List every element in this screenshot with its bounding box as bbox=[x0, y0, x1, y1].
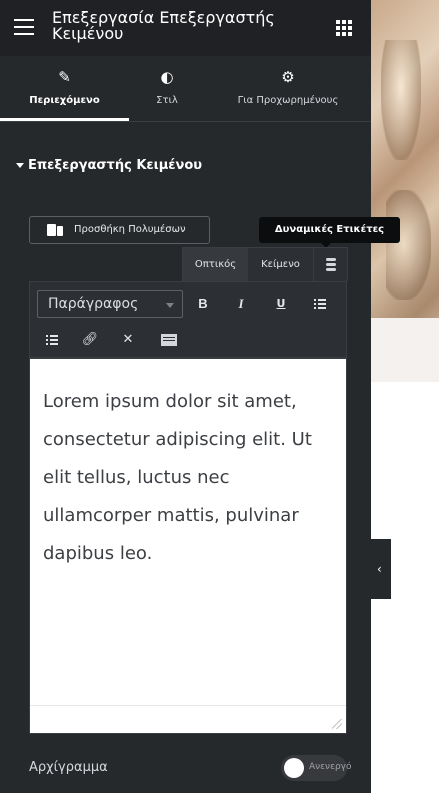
panel-title: Επεξεργασία Επεξεργαστής Κειμένου bbox=[52, 8, 275, 43]
numbered-list-icon[interactable] bbox=[39, 327, 65, 353]
panel-header: Επεξεργασία Επεξεργαστής Κειμένου bbox=[0, 0, 371, 56]
panel-tabs: ✎ Περιεχόμενο ◐ Στιλ ⚙ Για Προχωρημένους bbox=[0, 56, 371, 122]
dynamic-tags-tooltip: Δυναμικές Ετικέτες bbox=[259, 217, 400, 248]
add-media-button[interactable]: Προσθήκη Πολυμέσων bbox=[29, 216, 210, 244]
tab-style-label: Στιλ bbox=[156, 95, 178, 106]
tab-visual[interactable]: Οπτικός bbox=[183, 248, 248, 282]
text-editor-area[interactable]: Lorem ipsum dolor sit amet, consectetur … bbox=[29, 358, 347, 734]
resize-handle-icon[interactable] bbox=[332, 719, 342, 729]
keyboard-glyph bbox=[161, 334, 177, 346]
numbered-list-glyph bbox=[46, 335, 58, 345]
tab-text[interactable]: Κείμενο bbox=[248, 248, 313, 282]
section-title[interactable]: Επεξεργαστής Κειμένου bbox=[28, 158, 202, 173]
toggle-state-label: Ανενεργό bbox=[309, 762, 352, 772]
underline-button[interactable]: U bbox=[268, 291, 294, 317]
pencil-icon: ✎ bbox=[58, 68, 71, 86]
divider bbox=[0, 121, 371, 122]
drop-cap-label: Αρχίγραμμα bbox=[29, 760, 108, 775]
half-circle-icon: ◐ bbox=[160, 68, 174, 86]
drop-cap-toggle[interactable]: Ανενεργό bbox=[281, 755, 352, 781]
page-preview bbox=[371, 0, 439, 793]
add-media-label: Προσθήκη Πολυμέσων bbox=[74, 224, 186, 235]
database-icon bbox=[326, 258, 336, 271]
tab-advanced-label: Για Προχωρημένους bbox=[237, 95, 339, 106]
tab-content-label: Περιεχόμενο bbox=[29, 95, 100, 106]
grid-icon[interactable] bbox=[336, 20, 352, 36]
editor-statusbar bbox=[30, 705, 346, 733]
toggle-knob bbox=[284, 758, 304, 778]
chevron-down-icon bbox=[166, 303, 174, 308]
italic-button[interactable]: I bbox=[228, 291, 254, 317]
keyboard-icon[interactable] bbox=[156, 327, 182, 353]
bullet-list-glyph bbox=[314, 299, 326, 309]
bold-button[interactable]: B bbox=[190, 291, 216, 317]
tab-content[interactable]: ✎ Περιεχόμενο bbox=[0, 56, 129, 122]
editor-panel: Επεξεργασία Επεξεργαστής Κειμένου ✎ Περι… bbox=[0, 0, 400, 793]
bulleted-list-icon[interactable] bbox=[307, 291, 333, 317]
tab-advanced[interactable]: ⚙ Για Προχωρημένους bbox=[205, 56, 371, 122]
hamburger-icon[interactable] bbox=[14, 18, 34, 36]
format-select[interactable]: Παράγραφος bbox=[37, 290, 183, 318]
dynamic-tags-button[interactable] bbox=[313, 248, 348, 282]
editor-toolbar: Παράγραφος B I U 🔗︎ ✕ bbox=[29, 281, 347, 358]
editor-mode-tabs: Οπτικός Κείμενο bbox=[182, 247, 348, 282]
chevron-left-icon: ‹ bbox=[377, 562, 382, 576]
gear-icon: ⚙ bbox=[281, 68, 295, 86]
editor-content[interactable]: Lorem ipsum dolor sit amet, consectetur … bbox=[43, 383, 339, 573]
fullscreen-icon[interactable]: ✕ bbox=[115, 327, 141, 353]
link-icon[interactable]: 🔗︎ bbox=[77, 327, 103, 353]
media-icon bbox=[47, 222, 63, 238]
collapse-panel-button[interactable]: ‹ bbox=[371, 539, 391, 599]
caret-down-icon[interactable] bbox=[16, 163, 24, 168]
preview-bottom bbox=[371, 318, 439, 382]
tab-style[interactable]: ◐ Στιλ bbox=[129, 56, 205, 122]
format-select-value: Παράγραφος bbox=[48, 296, 139, 312]
